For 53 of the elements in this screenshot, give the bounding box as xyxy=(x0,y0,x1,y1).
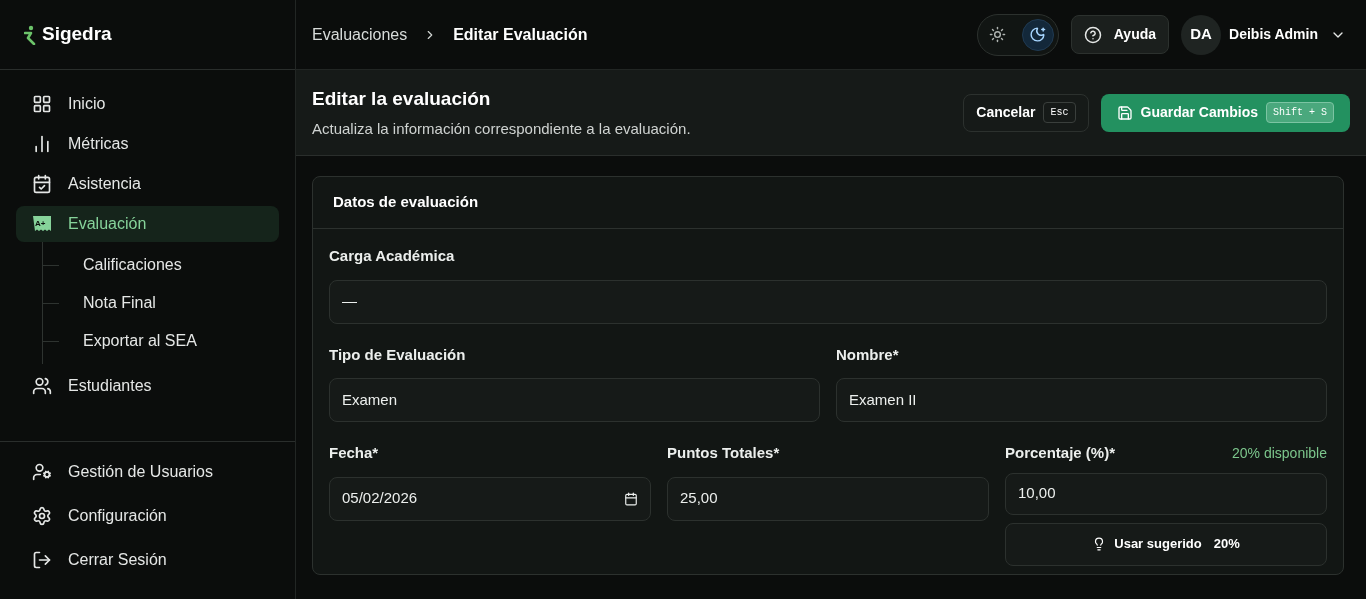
save-button[interactable]: Guardar Cambios Shift + S xyxy=(1100,93,1350,132)
sidebar-item[interactable]: Cerrar Sesión xyxy=(16,542,279,578)
logo-icon xyxy=(24,24,36,45)
save-icon xyxy=(1116,104,1133,121)
field-label: Porcentaje (%)* xyxy=(1005,443,1116,463)
users-icon xyxy=(32,376,52,396)
grid-icon xyxy=(32,94,52,114)
sidebar-item[interactable]: Configuración xyxy=(16,498,279,534)
logout-icon xyxy=(32,550,52,570)
field-label: Tipo de Evaluación xyxy=(329,344,467,365)
sidebar-item[interactable]: Asistencia xyxy=(16,166,279,202)
shortcut-key: Shift + S xyxy=(1266,102,1334,123)
user-avatar[interactable]: DA xyxy=(1181,14,1222,55)
suggest-button[interactable]: Usar sugerido 20% xyxy=(1005,522,1327,566)
sidebar-subitem[interactable]: Exportar al SEA xyxy=(83,329,197,353)
cancel-button[interactable]: Cancelar Esc xyxy=(963,93,1089,132)
sidebar-item[interactable]: Inicio xyxy=(16,86,279,122)
help-icon xyxy=(1083,25,1102,44)
input-field[interactable]: Examen xyxy=(329,378,820,422)
field-label: Nombre* xyxy=(836,344,900,365)
sun-icon xyxy=(989,26,1007,43)
user-name[interactable]: Deibis Admin xyxy=(1229,24,1318,45)
sidebar-item[interactable]: A+ Evaluación xyxy=(16,206,279,242)
field-label: Carga Académica xyxy=(329,246,456,266)
calendar-icon xyxy=(624,491,638,506)
breadcrumb-item: Editar Evaluación xyxy=(453,24,588,45)
input-field[interactable]: 10,00 xyxy=(1005,472,1327,515)
page-subtitle: Actualiza la información correspondiente a la evaluación. xyxy=(312,118,691,139)
page-title: Editar la evaluación xyxy=(312,87,492,111)
theme-option[interactable] xyxy=(1021,18,1054,51)
grade-icon: A+ xyxy=(32,215,52,233)
sidebar-item[interactable]: Gestión de Usuarios xyxy=(16,454,279,490)
sidebar-item[interactable]: Estudiantes xyxy=(16,368,279,404)
input-field[interactable]: 25,00 xyxy=(667,476,989,521)
sidebar-item[interactable]: Métricas xyxy=(16,126,279,162)
availability-hint: 20% disponible xyxy=(1232,443,1327,463)
field-label: Puntos Totales* xyxy=(667,443,781,463)
input-field[interactable]: 05/02/2026 xyxy=(329,476,651,521)
shortcut-key: Esc xyxy=(1043,102,1076,123)
input-field[interactable]: Examen II xyxy=(836,378,1327,422)
sidebar-subitem[interactable]: Calificaciones xyxy=(83,253,182,277)
input-field[interactable]: — xyxy=(329,279,1327,324)
bar-chart-icon xyxy=(32,134,52,154)
field-label: Fecha* xyxy=(329,443,380,463)
calendar-check-icon xyxy=(32,174,52,194)
help-button[interactable]: Ayuda xyxy=(1070,15,1170,54)
moon-icon xyxy=(1029,26,1047,43)
breadcrumb-item[interactable]: Evaluaciones xyxy=(312,22,408,47)
sidebar-subitem[interactable]: Nota Final xyxy=(83,291,156,315)
settings-icon xyxy=(32,506,52,526)
user-gear-icon xyxy=(32,462,52,482)
card-title: Datos de evaluación xyxy=(333,192,479,213)
brand-name: Sigedra xyxy=(42,22,112,47)
